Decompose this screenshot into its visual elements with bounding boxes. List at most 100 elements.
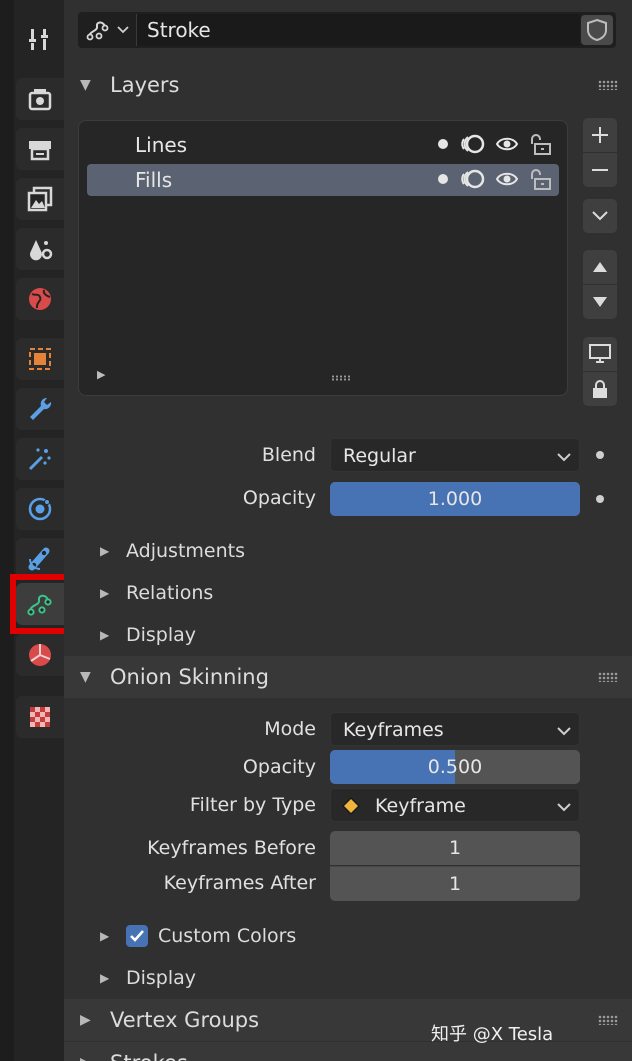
custom-colors-subpanel[interactable]: ▶ Custom Colors: [100, 919, 296, 953]
layers-panel-header[interactable]: ▼ Layers: [64, 64, 632, 106]
subpanel-title: Display: [126, 967, 197, 989]
remove-layer-button[interactable]: [583, 153, 617, 187]
constraint-icon: [28, 547, 50, 571]
effects-tab[interactable]: [16, 438, 64, 480]
object-tab[interactable]: [16, 338, 64, 380]
properties-tab-bar: [14, 0, 64, 1061]
datablock-name-field[interactable]: Stroke: [136, 14, 580, 46]
unlock-icon[interactable]: [529, 133, 553, 155]
keyframes-after-field[interactable]: 1: [330, 866, 580, 901]
filter-by-type-dropdown[interactable]: Keyframe: [330, 788, 580, 822]
use-lights-dot-icon[interactable]: [437, 138, 449, 150]
material-tab[interactable]: [16, 634, 64, 676]
eye-icon[interactable]: [495, 170, 519, 188]
layer-row-lines[interactable]: Lines: [87, 129, 559, 161]
onion-skinning-panel-header[interactable]: ▼ Onion Skinning: [64, 656, 632, 698]
isolate-lock-button[interactable]: [583, 372, 617, 406]
texture-icon: [30, 707, 50, 727]
panel-drag-grip-icon[interactable]: [598, 80, 618, 90]
keyframes-before-field[interactable]: 1: [330, 831, 580, 865]
render-tab[interactable]: [16, 78, 64, 120]
list-filter-toggle-icon[interactable]: ▶: [97, 368, 105, 381]
onion-opacity-slider[interactable]: 0.500: [330, 750, 580, 784]
onion-skin-icon[interactable]: [459, 168, 485, 190]
layer-name: Lines: [135, 133, 188, 157]
layer-specials-menu-button[interactable]: [583, 199, 617, 233]
adjustments-subpanel[interactable]: ▶ Adjustments: [100, 534, 245, 568]
onion-skinning-panel-title: Onion Skinning: [110, 665, 269, 689]
blend-label: Blend: [261, 444, 316, 466]
view-layer-tab[interactable]: [16, 178, 64, 220]
world-tab[interactable]: [16, 278, 64, 320]
modifiers-tab[interactable]: [16, 388, 64, 430]
chevron-down-icon: [592, 211, 608, 221]
subpanel-collapsed-triangle-icon: ▶: [100, 971, 110, 985]
object-icon: [29, 348, 51, 370]
list-resize-grip-icon[interactable]: [331, 375, 351, 381]
keyframes-before-label: Keyframes Before: [147, 837, 316, 859]
tool-icon: [29, 29, 48, 50]
fake-user-button[interactable]: [581, 15, 613, 45]
display-subpanel[interactable]: ▶ Display: [100, 618, 196, 652]
keyframes-after-label: Keyframes After: [163, 872, 316, 894]
panel-collapsed-triangle-icon: ▶: [80, 1012, 91, 1028]
onion-mode-value: Keyframes: [343, 719, 444, 741]
layer-opacity-label: Opacity: [242, 487, 316, 509]
onion-mode-dropdown[interactable]: Keyframes: [330, 712, 580, 746]
onion-display-subpanel[interactable]: ▶ Display: [100, 961, 196, 995]
eye-icon[interactable]: [495, 135, 519, 153]
checkmark-icon: [130, 930, 144, 942]
onion-mode-label: Mode: [264, 718, 316, 740]
watermark-text: 知乎 @X Tesla: [431, 1024, 554, 1045]
scene-tab[interactable]: [16, 228, 64, 270]
keyframe-dot-icon[interactable]: [596, 451, 604, 459]
layers-panel-title: Layers: [110, 73, 180, 97]
layer-opacity-slider[interactable]: 1.000: [330, 482, 580, 516]
vertex-groups-panel-title: Vertex Groups: [110, 1008, 260, 1032]
texture-tab[interactable]: [16, 696, 64, 738]
custom-colors-label: Custom Colors: [158, 925, 297, 947]
keyframe-diamond-icon: [341, 796, 361, 816]
subpanel-title: Adjustments: [126, 540, 245, 562]
physics-tab[interactable]: [16, 488, 64, 530]
keyframe-dot-icon[interactable]: [596, 495, 604, 503]
chevron-down-icon: [557, 803, 571, 812]
monitor-icon: [589, 344, 611, 363]
subpanel-collapsed-triangle-icon: ▶: [100, 544, 110, 558]
relations-subpanel[interactable]: ▶ Relations: [100, 576, 213, 610]
use-lights-dot-icon[interactable]: [437, 173, 449, 185]
world-icon: [29, 288, 51, 310]
onion-skin-icon[interactable]: [459, 133, 485, 155]
keyframes-before-value: 1: [448, 837, 462, 859]
add-layer-button[interactable]: [583, 118, 617, 152]
subpanel-title: Relations: [126, 582, 214, 604]
render-icon: [28, 89, 52, 111]
datablock-selector: Stroke: [78, 12, 616, 48]
layer-row-fills[interactable]: Fills: [87, 164, 559, 196]
wrench-icon: [30, 397, 52, 420]
blend-mode-dropdown[interactable]: Regular: [330, 438, 580, 472]
panel-drag-grip-icon[interactable]: [598, 672, 618, 682]
panel-drag-grip-icon[interactable]: [598, 1015, 618, 1025]
properties-main-area: Stroke ▼ Layers Lines Fills ▶ Blend Regu…: [64, 0, 632, 1061]
triangle-down-icon: [593, 297, 607, 307]
output-tab[interactable]: [16, 128, 64, 170]
tool-tab[interactable]: [16, 18, 64, 60]
onion-opacity-label: Opacity: [242, 756, 316, 778]
datablock-type-dropdown[interactable]: [82, 15, 132, 45]
isolate-layer-button[interactable]: [583, 337, 617, 371]
custom-colors-checkbox[interactable]: [126, 925, 148, 947]
panel-expand-triangle-icon: ▼: [80, 77, 91, 93]
scene-icon: [30, 240, 53, 261]
subpanel-collapsed-triangle-icon: ▶: [100, 929, 110, 943]
output-icon: [29, 141, 51, 161]
blend-mode-value: Regular: [343, 445, 416, 467]
panel-expand-triangle-icon: ▼: [80, 669, 91, 685]
plus-icon: [592, 127, 608, 143]
unlock-icon[interactable]: [529, 168, 553, 190]
move-layer-down-button[interactable]: [583, 285, 617, 319]
chevron-down-icon: [117, 26, 129, 34]
move-layer-up-button[interactable]: [583, 250, 617, 284]
layer-name: Fills: [135, 168, 173, 192]
filter-by-type-value: Keyframe: [375, 795, 466, 817]
